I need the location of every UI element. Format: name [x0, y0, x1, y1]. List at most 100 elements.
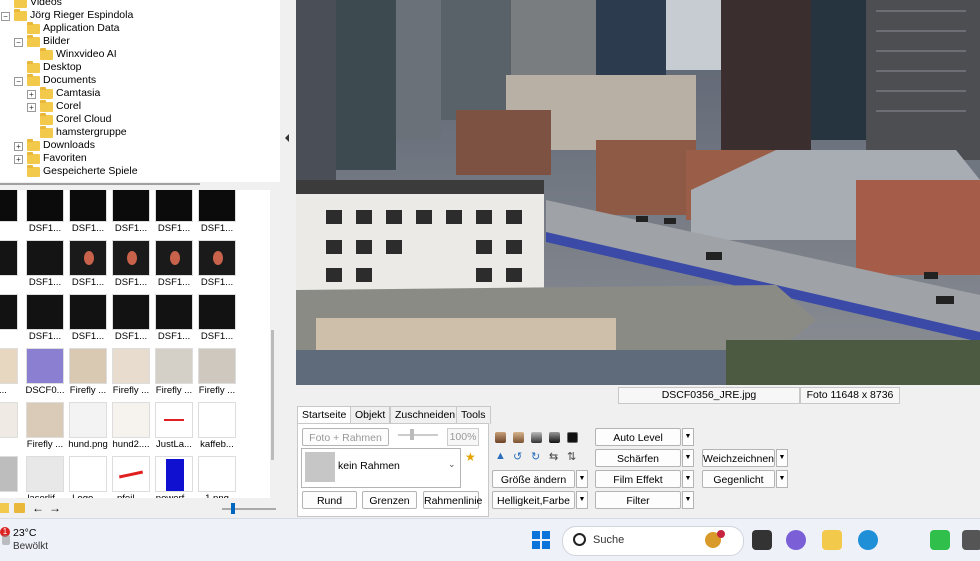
thumbnail-item[interactable]: DSF1...: [69, 240, 107, 290]
tree-item[interactable]: Application Data: [0, 22, 280, 35]
rotate-right-icon[interactable]: ↻: [531, 450, 540, 463]
thumbnail-item[interactable]: DSF1...: [26, 240, 64, 290]
expand-icon[interactable]: +: [14, 155, 23, 164]
tree-item[interactable]: + Camtasia: [0, 87, 280, 100]
tab-startseite[interactable]: Startseite: [297, 406, 352, 424]
thumbnail-item[interactable]: DSF1...: [155, 294, 193, 344]
taskbar-search-box[interactable]: Suche: [562, 526, 744, 556]
flip-horizontal-icon[interactable]: ⇆: [549, 450, 558, 463]
rotate-icon[interactable]: ▲: [495, 450, 506, 462]
thumbnail-item[interactable]: DSF1...: [155, 190, 193, 236]
windows-start-icon[interactable]: [532, 531, 550, 549]
thumbnail-item[interactable]: hund2....: [112, 402, 150, 452]
thumbnail-item[interactable]: laserlif...: [26, 456, 64, 498]
tree-item[interactable]: Videos: [0, 0, 280, 9]
thumbnail-item[interactable]: [0, 402, 18, 452]
groesse-dropdown[interactable]: ▼: [576, 470, 588, 488]
folder-icon[interactable]: [0, 503, 9, 513]
thumbnail-item[interactable]: Firefly ...: [112, 348, 150, 398]
grenzen-button[interactable]: Grenzen: [362, 491, 417, 509]
thumbnail-item[interactable]: [0, 294, 18, 344]
thumbnail-item[interactable]: Firefly ...: [198, 348, 236, 398]
thumbnail-item[interactable]: DSF1...: [112, 240, 150, 290]
tree-item[interactable]: Corel Cloud: [0, 113, 280, 126]
weichzeichnen-dropdown[interactable]: ▼: [776, 449, 788, 467]
dark-preset-icon[interactable]: [549, 432, 560, 443]
sepia-preset-icon[interactable]: [495, 432, 506, 443]
flip-vertical-icon[interactable]: ⇅: [567, 450, 576, 463]
thumbnail-item[interactable]: [0, 190, 18, 236]
collapse-icon[interactable]: −: [1, 12, 10, 21]
slider-thumb[interactable]: [231, 503, 235, 514]
grayscale-preset-icon[interactable]: [531, 432, 542, 443]
film-effekt-button[interactable]: Film Effekt: [595, 470, 681, 488]
thumbnail-item[interactable]: powerf...: [155, 456, 193, 498]
frame-zoom-thumb[interactable]: [410, 429, 414, 440]
thumbnail-item[interactable]: Logo ...: [69, 456, 107, 498]
folder-tree[interactable]: Videos − Jörg Rieger Espindola Application …: [0, 0, 296, 182]
expand-icon[interactable]: +: [14, 142, 23, 151]
tree-item[interactable]: + Downloads: [0, 139, 280, 152]
gegenlicht-button[interactable]: Gegenlicht: [702, 470, 775, 488]
tree-item[interactable]: + Corel: [0, 100, 280, 113]
expand-icon[interactable]: +: [27, 90, 36, 99]
tree-item[interactable]: − Documents: [0, 74, 280, 87]
weichzeichnen-button[interactable]: Weichzeichnen: [702, 449, 775, 467]
star-icon[interactable]: ★: [465, 450, 476, 464]
auto-level-dropdown[interactable]: ▼: [682, 428, 694, 446]
groesse-aendern-button[interactable]: Größe ändern: [492, 470, 575, 488]
weather-desc[interactable]: Bewölkt: [13, 541, 48, 552]
thumbnail-item[interactable]: DSF1...: [69, 190, 107, 236]
foto-rahmen-button[interactable]: Foto + Rahmen: [302, 428, 389, 446]
thumbnail-item[interactable]: DSF1...: [69, 294, 107, 344]
tree-item[interactable]: − Bilder: [0, 35, 280, 48]
thumbnail-item[interactable]: DSCF0...: [25, 348, 65, 398]
thumbnail-item[interactable]: Firefly ...: [69, 348, 107, 398]
collapse-arrow-icon[interactable]: [285, 134, 289, 142]
thumbnail-item[interactable]: pfeil ...: [112, 456, 150, 498]
helligkeit-farbe-button[interactable]: Helligkeit,Farbe: [492, 491, 575, 509]
rahmenlinie-button[interactable]: Rahmenlinie: [423, 491, 482, 509]
gegenlicht-dropdown[interactable]: ▼: [776, 470, 788, 488]
zoom-field[interactable]: 100%: [447, 428, 479, 446]
tree-item[interactable]: − Jörg Rieger Espindola: [0, 9, 280, 22]
warm-preset-icon[interactable]: [513, 432, 524, 443]
tree-item[interactable]: Desktop: [0, 61, 280, 74]
thumbnail-item[interactable]: DSF1...: [198, 294, 236, 344]
frame-zoom-slider[interactable]: [398, 434, 438, 436]
pane-divider[interactable]: [0, 183, 200, 185]
thumbnail-item[interactable]: DSF1...: [112, 190, 150, 236]
thumbnail-item[interactable]: DSF1...: [198, 240, 236, 290]
tree-item[interactable]: hamstergruppe: [0, 126, 280, 139]
teams-chat-icon[interactable]: [786, 530, 806, 550]
app-icon[interactable]: [962, 530, 980, 550]
thumbnail-item[interactable]: DSF1...: [26, 190, 64, 236]
expand-icon[interactable]: +: [27, 103, 36, 112]
filter-button[interactable]: Filter: [595, 491, 681, 509]
collapse-icon[interactable]: −: [14, 38, 23, 47]
film-effekt-dropdown[interactable]: ▼: [682, 470, 694, 488]
thumbnail-item[interactable]: DSF1...: [155, 240, 193, 290]
tab-objekt[interactable]: Objekt: [350, 406, 391, 424]
weather-temp[interactable]: 23°C: [13, 527, 36, 539]
thumbnail-item[interactable]: JustLa...: [155, 402, 193, 452]
collapse-icon[interactable]: −: [14, 77, 23, 86]
edge-browser-icon[interactable]: [858, 530, 878, 550]
thumbnail-item[interactable]: lif...: [0, 456, 18, 498]
task-view-icon[interactable]: [752, 530, 772, 550]
thumbnail-item[interactable]: Firefly ...: [26, 402, 64, 452]
schaerfen-button[interactable]: Schärfen: [595, 449, 681, 467]
thumbnail-item[interactable]: Firefly ...: [155, 348, 193, 398]
thumbnail-item[interactable]: DSF1...: [198, 190, 236, 236]
vertical-splitter[interactable]: [280, 0, 296, 518]
back-arrow-icon[interactable]: ←: [32, 501, 44, 515]
tree-item[interactable]: + Favoriten: [0, 152, 280, 165]
auto-level-button[interactable]: Auto Level: [595, 428, 681, 446]
thumbnail-item[interactable]: [0, 240, 18, 290]
thumbnail-item[interactable]: ta...: [0, 348, 18, 398]
frame-select[interactable]: kein Rahmen ⌄: [301, 448, 461, 488]
helligkeit-dropdown[interactable]: ▼: [576, 491, 588, 509]
thumbnail-scrollbar[interactable]: [271, 330, 274, 460]
tab-tools[interactable]: Tools: [456, 406, 491, 424]
camtasia-icon[interactable]: [930, 530, 950, 550]
